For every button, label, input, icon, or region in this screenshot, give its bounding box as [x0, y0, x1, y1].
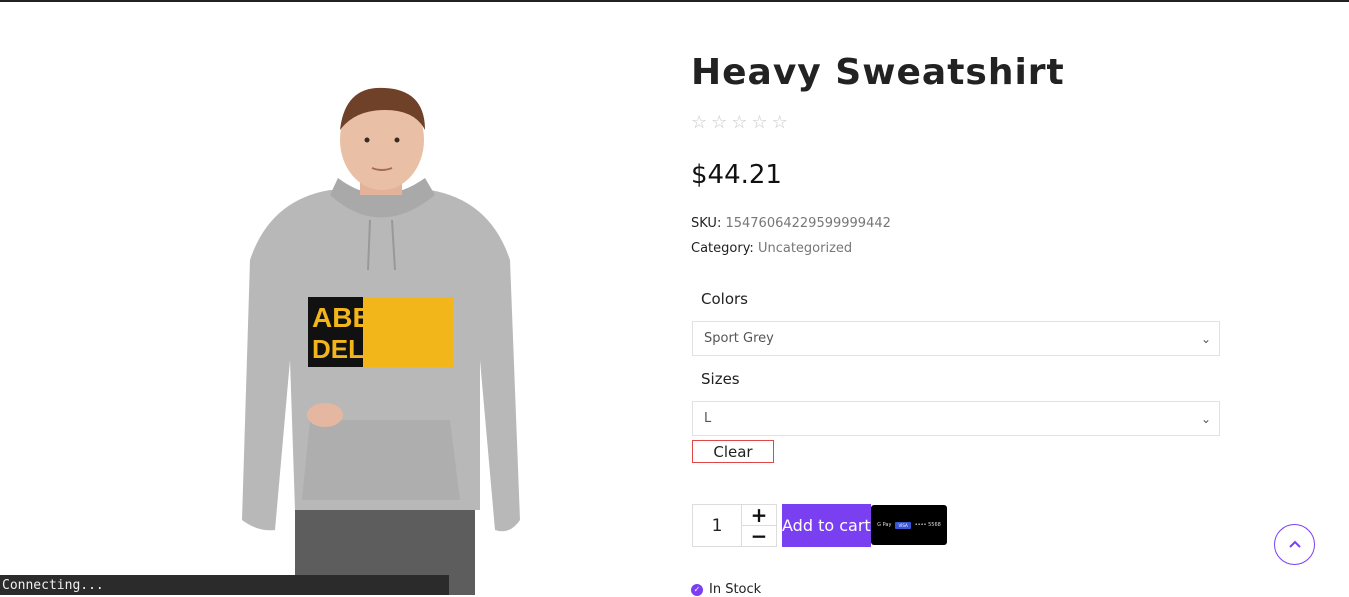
chevron-down-icon: ⌄: [1200, 331, 1211, 346]
add-to-cart-button[interactable]: Add to cart: [782, 504, 871, 547]
category-link[interactable]: Uncategorized: [758, 241, 852, 256]
product-price: $44.21: [691, 160, 782, 190]
clear-button[interactable]: Clear: [692, 440, 774, 463]
eye-left: [364, 137, 370, 143]
sku-label: SKU:: [691, 216, 722, 231]
star-icon: ☆: [751, 112, 768, 133]
colors-selected-value: Sport Grey: [704, 331, 774, 346]
star-icon: ☆: [731, 112, 748, 133]
quantity-minus-button[interactable]: −: [741, 524, 777, 548]
print-text-line1: ABBA'S: [312, 302, 418, 333]
top-border: [0, 0, 1349, 2]
google-pay-button[interactable]: G Pay VISA •••• 5568: [871, 505, 947, 545]
hand: [307, 403, 343, 427]
quantity-plus-button[interactable]: +: [741, 503, 777, 527]
check-icon: ✓: [691, 583, 703, 596]
print-text-line2: DELIGHT: [312, 334, 426, 364]
star-icon: ☆: [711, 112, 728, 133]
colors-select[interactable]: Sport Grey ⌄: [692, 321, 1220, 356]
scroll-to-top-button[interactable]: [1274, 524, 1315, 565]
product-photo: ABBA'S DELIGHT: [242, 87, 520, 595]
chevron-up-icon: [1288, 540, 1301, 548]
eye-right: [394, 137, 400, 143]
star-icon: ☆: [691, 112, 708, 133]
product-title: Heavy Sweatshirt: [691, 52, 1065, 93]
sku-value: 15476064229599999442: [725, 216, 891, 231]
category-row: Category: Uncategorized: [691, 241, 852, 256]
card-digits: •••• 5568: [914, 522, 941, 528]
sizes-label: Sizes: [701, 370, 740, 388]
star-icon: ☆: [771, 112, 788, 133]
pocket: [302, 420, 460, 500]
google-pay-icon: G Pay: [877, 522, 892, 528]
card-brand-icon: VISA: [895, 521, 911, 529]
sizes-selected-value: L: [704, 411, 712, 426]
category-label: Category:: [691, 241, 754, 256]
rating-stars[interactable]: ☆ ☆ ☆ ☆ ☆: [691, 114, 788, 132]
chevron-down-icon: ⌄: [1200, 411, 1211, 426]
quantity-input[interactable]: 1: [692, 504, 742, 547]
sku-row: SKU: 15476064229599999442: [691, 216, 891, 231]
product-image[interactable]: ABBA'S DELIGHT: [210, 60, 550, 595]
browser-status-bar: Connecting...: [0, 575, 449, 595]
sizes-select[interactable]: L ⌄: [692, 401, 1220, 436]
colors-label: Colors: [701, 290, 748, 308]
